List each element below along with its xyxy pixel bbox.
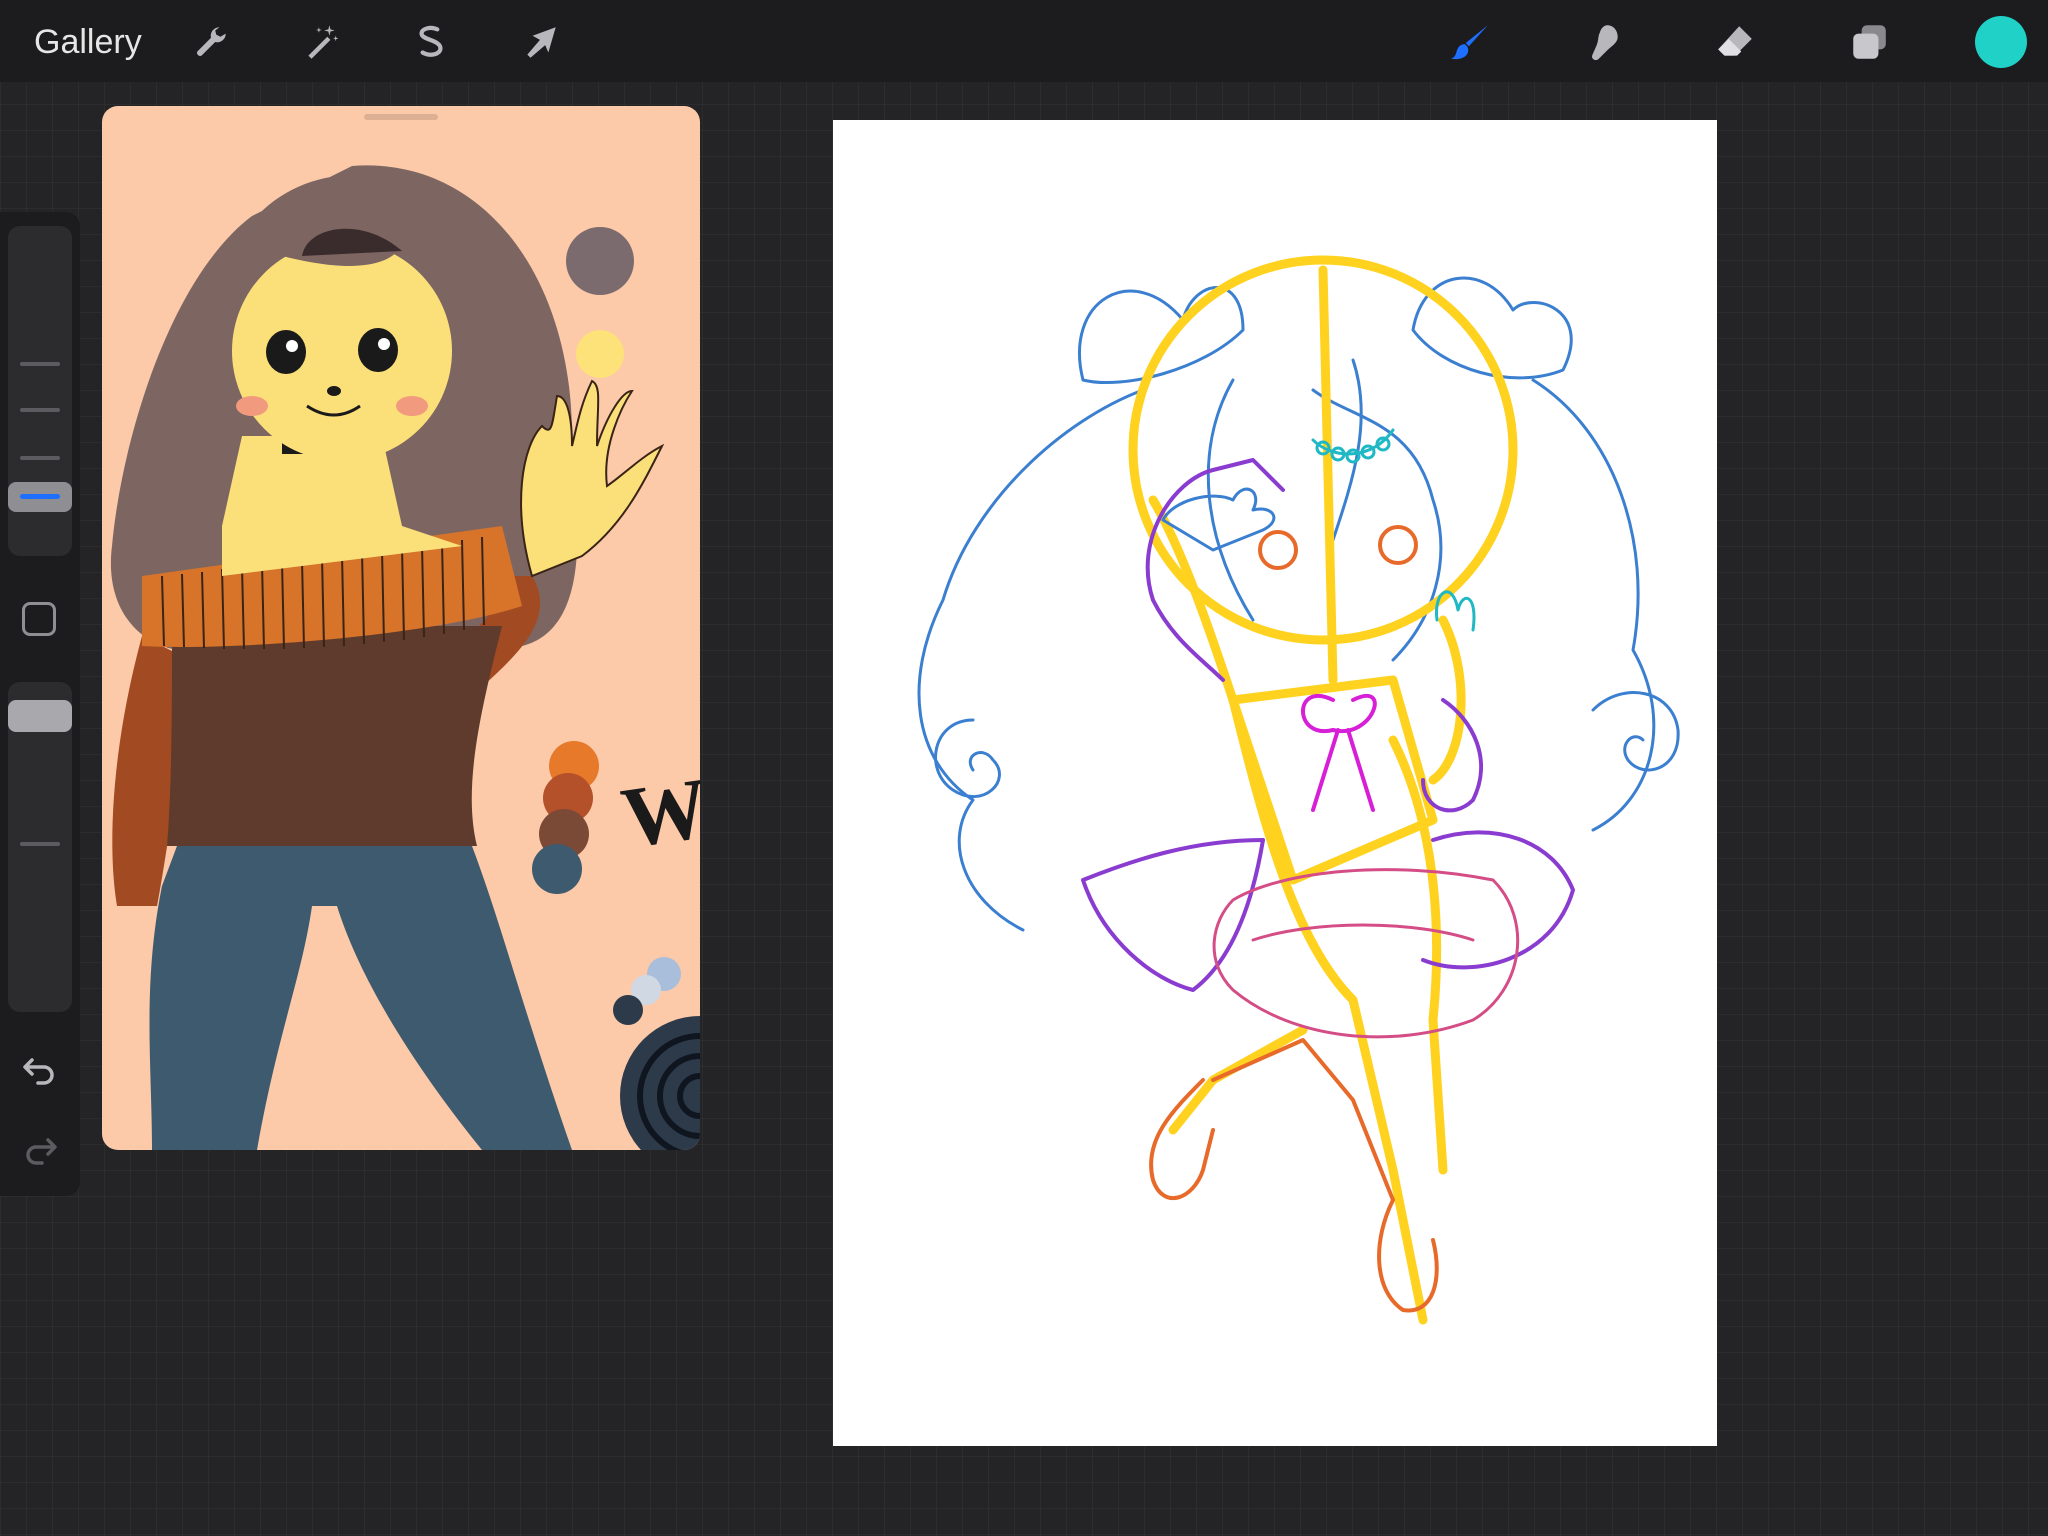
palette-swatch: [566, 227, 634, 295]
opacity-tick: [20, 842, 60, 846]
reference-artwork: [110, 165, 700, 1150]
gallery-button[interactable]: Gallery: [34, 20, 142, 64]
brush-icon[interactable]: [1444, 15, 1498, 69]
top-toolbar: Gallery: [0, 0, 2048, 82]
smudge-icon[interactable]: [1576, 15, 1630, 69]
current-color-swatch[interactable]: [1975, 16, 2027, 68]
reference-window[interactable]: Wi: [102, 106, 700, 1150]
handwriting-text: Wi: [615, 755, 700, 867]
left-sidebar: [0, 212, 80, 1196]
square-modifier-icon[interactable]: [22, 602, 56, 636]
eraser-icon[interactable]: [1708, 15, 1762, 69]
layers-icon[interactable]: [1842, 15, 1896, 69]
magic-wand-icon[interactable]: [294, 15, 348, 69]
opacity-slider[interactable]: [8, 682, 72, 1012]
size-tick: [20, 362, 60, 366]
redo-icon[interactable]: [18, 1126, 62, 1170]
palette-swatch: [576, 330, 624, 378]
arrow-cursor-icon[interactable]: [514, 15, 568, 69]
palette-swatch: [532, 844, 582, 894]
size-tick: [20, 408, 60, 412]
drawing-canvas[interactable]: [833, 120, 1717, 1446]
wrench-icon[interactable]: [184, 15, 238, 69]
canvas-sketch: [917, 255, 1680, 1325]
brush-size-slider[interactable]: [8, 226, 72, 556]
palette-swatch: [613, 995, 643, 1025]
selection-icon[interactable]: [404, 15, 458, 69]
undo-icon[interactable]: [18, 1046, 62, 1090]
reference-window-grabber[interactable]: [364, 114, 438, 120]
size-tick: [20, 456, 60, 460]
brush-size-handle[interactable]: [8, 482, 72, 512]
opacity-handle[interactable]: [8, 700, 72, 732]
